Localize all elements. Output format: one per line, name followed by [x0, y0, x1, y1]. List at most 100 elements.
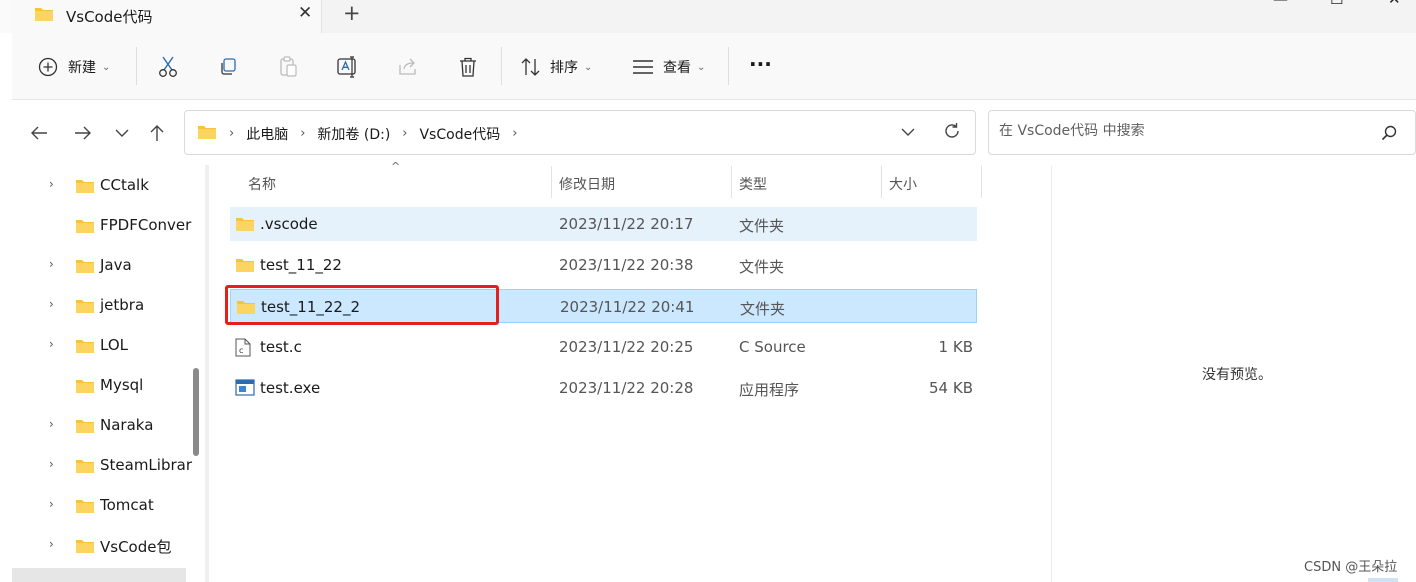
pane-splitter[interactable] [205, 165, 209, 582]
cut-button[interactable] [158, 53, 178, 81]
file-type: 应用程序 [739, 381, 800, 399]
breadcrumb-drive-d[interactable]: 新加卷 (D:) [317, 124, 390, 144]
tree-item[interactable]: Mysql [12, 365, 188, 405]
tree-item[interactable]: › VsCode包 [12, 525, 188, 565]
tree-item[interactable]: › Tomcat [12, 485, 188, 525]
column-header-type[interactable]: 类型 [731, 166, 881, 198]
folder-icon [75, 257, 95, 278]
folder-icon [235, 215, 255, 236]
breadcrumb-vscode-folder[interactable]: VsCode代码 [419, 124, 500, 144]
tree-item-label: FPDFConver [100, 216, 192, 234]
back-arrow-icon[interactable] [24, 120, 54, 146]
view-button[interactable]: 查看 ⌄ [632, 53, 705, 81]
watermark-text: CSDN @王朵拉 [1304, 560, 1398, 575]
tree-item[interactable]: FPDFConver [12, 205, 192, 245]
folder-icon [34, 5, 54, 26]
search-input[interactable] [999, 123, 1369, 139]
svg-text:c: c [239, 346, 243, 355]
refresh-icon[interactable] [943, 122, 961, 144]
window-edge [0, 0, 12, 33]
expand-chevron-icon[interactable]: › [49, 457, 54, 471]
column-header-size-label: 大小 [889, 177, 917, 193]
forward-arrow-icon[interactable] [68, 120, 98, 146]
expand-chevron-icon[interactable]: › [49, 497, 54, 511]
tree-item-label: Naraka [100, 416, 154, 434]
address-history-dropdown-icon[interactable] [901, 123, 915, 145]
column-header-date-label: 修改日期 [559, 177, 615, 193]
share-button[interactable] [397, 53, 419, 81]
column-header-size[interactable]: 大小 [881, 166, 981, 198]
file-modified-date: 2023/11/22 20:17 [559, 215, 694, 233]
breadcrumb-separator: › [300, 126, 306, 141]
column-divider[interactable] [981, 166, 982, 198]
tree-item[interactable]: › LOL [12, 325, 188, 365]
folder-icon [197, 123, 217, 144]
tree-item-label: SteamLibrar [100, 456, 193, 474]
expand-chevron-icon[interactable]: › [49, 297, 54, 311]
address-bar[interactable]: › 此电脑 › 新加卷 (D:) › VsCode代码 › [184, 110, 976, 155]
paste-button[interactable] [278, 53, 298, 81]
up-arrow-icon[interactable] [142, 120, 172, 146]
expand-chevron-icon[interactable]: › [49, 257, 54, 271]
file-modified-date: 2023/11/22 20:28 [559, 379, 694, 397]
column-header-type-label: 类型 [739, 177, 767, 193]
expand-chevron-icon[interactable]: › [49, 537, 54, 551]
chevron-down-icon: ⌄ [102, 61, 111, 73]
tree-item[interactable]: › jetbra [12, 285, 188, 325]
new-button[interactable]: 新建 ⌄ [38, 53, 110, 81]
column-header-date[interactable]: 修改日期 [551, 166, 731, 198]
navigation-pane: › CCtalk FPDFConver › Java › jetbra › LOL Mysql › N… [12, 165, 202, 582]
new-button-label: 新建 [68, 60, 96, 76]
folder-icon [75, 217, 95, 238]
copy-button[interactable] [218, 53, 238, 81]
tree-scrollbar[interactable] [193, 368, 199, 456]
maximize-icon[interactable]: ☐ [1330, 0, 1343, 8]
sort-icon [520, 57, 542, 77]
new-tab-icon[interactable]: + [343, 1, 361, 25]
expand-chevron-icon[interactable]: › [49, 417, 54, 431]
file-type: 文件夹 [740, 300, 786, 318]
file-row[interactable]: c test.c 2023/11/22 20:25 C Source 1 KB [230, 330, 977, 364]
file-row[interactable]: test.exe 2023/11/22 20:28 应用程序 54 KB [230, 371, 977, 405]
expand-chevron-icon[interactable]: › [49, 177, 54, 191]
delete-button[interactable] [458, 53, 478, 81]
folder-icon [75, 177, 95, 198]
divider [728, 47, 729, 85]
tree-item-label: Java [100, 256, 132, 274]
window-close-icon[interactable]: ✕ [1388, 0, 1401, 8]
sort-button-label: 排序 [550, 60, 578, 76]
file-type: 文件夹 [739, 258, 785, 276]
folder-icon [75, 337, 95, 358]
tab-close-icon[interactable]: ✕ [298, 3, 312, 23]
tree-item[interactable]: › Naraka [12, 405, 188, 445]
column-header-name-label: 名称 [248, 177, 276, 193]
more-options-icon[interactable]: ··· [749, 50, 772, 78]
file-name: test.c [260, 338, 302, 356]
file-row[interactable]: .vscode 2023/11/22 20:17 文件夹 [230, 207, 977, 241]
tree-horizontal-scrollbar[interactable] [12, 568, 186, 582]
tree-item-label: Mysql [100, 376, 144, 394]
view-button-label: 查看 [663, 60, 691, 76]
breadcrumb-this-pc[interactable]: 此电脑 [246, 124, 288, 144]
file-name: .vscode [260, 215, 318, 233]
sort-button[interactable]: 排序 ⌄ [520, 53, 592, 81]
file-modified-date: 2023/11/22 20:25 [559, 338, 694, 356]
search-box[interactable] [988, 110, 1416, 155]
folder-icon [75, 377, 95, 398]
expand-chevron-icon[interactable]: › [49, 337, 54, 351]
recent-dropdown-icon[interactable] [107, 120, 137, 146]
tree-item[interactable]: › CCtalk [12, 165, 188, 205]
preview-empty-text: 没有预览。 [1202, 367, 1272, 383]
title-bar: VsCode代码 ✕ + — ☐ ✕ [0, 0, 1416, 33]
file-row[interactable]: test_11_22 2023/11/22 20:38 文件夹 [230, 248, 977, 282]
file-type: 文件夹 [739, 217, 785, 235]
tree-item[interactable]: › Java [12, 245, 188, 285]
rename-button[interactable] [336, 53, 360, 81]
search-icon[interactable] [1381, 125, 1397, 145]
file-modified-date: 2023/11/22 20:41 [560, 298, 695, 316]
folder-icon [75, 297, 95, 318]
folder-icon [75, 417, 95, 438]
tab-vscode-folder[interactable]: VsCode代码 ✕ [12, 0, 322, 33]
minimize-icon[interactable]: — [1273, 0, 1288, 8]
tree-item[interactable]: › SteamLibrar [12, 445, 192, 485]
